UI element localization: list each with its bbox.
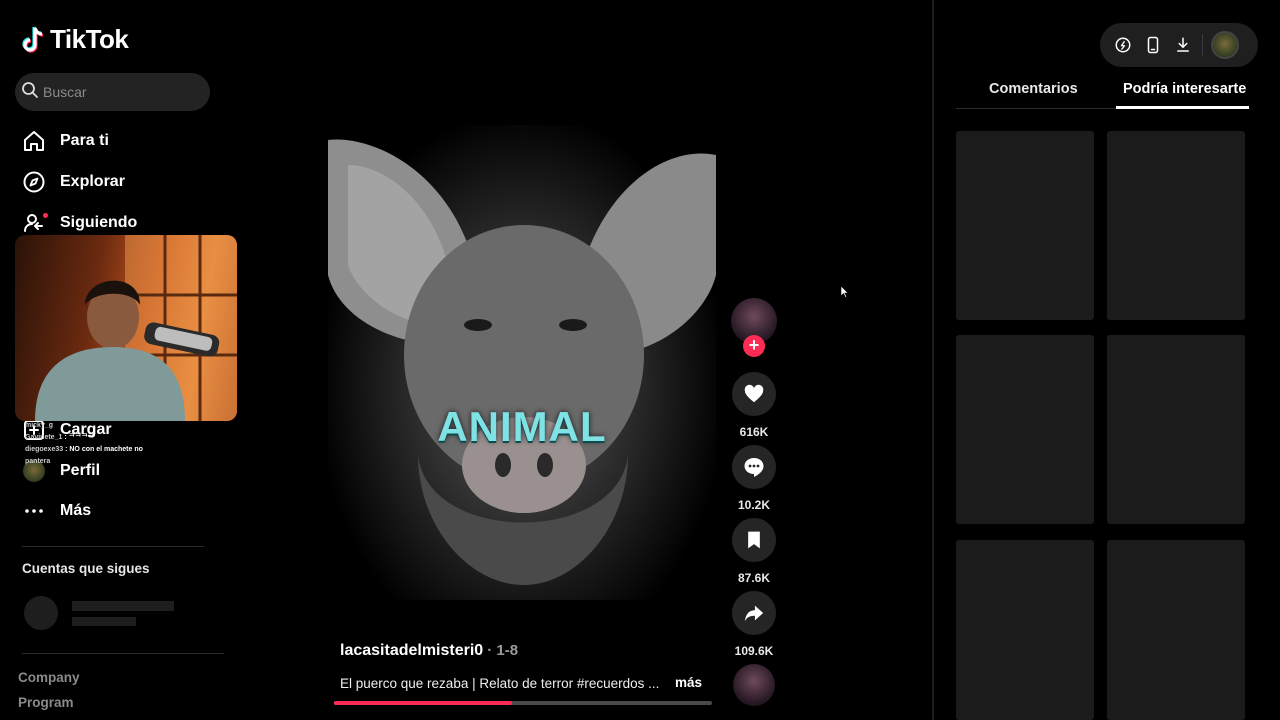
share-arrow-icon [744, 605, 764, 622]
panel-divider [932, 0, 934, 720]
chat-message: diegoexe33 : NO con el machete no [25, 446, 143, 453]
video-author[interactable]: lacasitadelmisteri0 · 1-8 [340, 642, 518, 660]
suggested-video-placeholder[interactable] [1107, 131, 1245, 320]
suggested-video-placeholder[interactable] [956, 131, 1094, 320]
search-icon [21, 81, 39, 104]
suggested-video-placeholder[interactable] [1107, 540, 1245, 720]
toolbar-separator [1202, 34, 1203, 56]
phone-app-icon[interactable] [1142, 34, 1164, 56]
stream-chat: micky_g Gavinete_1 : ᄏᄏᄏᄏ diegoexe33 : N… [25, 420, 143, 468]
share-action: 109.6K [731, 591, 777, 658]
streamer-webcam-overlay [15, 235, 237, 421]
compass-icon [22, 170, 46, 194]
follow-button[interactable]: + [743, 335, 765, 357]
following-icon [22, 211, 48, 235]
save-action: 87.6K [731, 518, 777, 585]
following-accounts-title: Cuentas que sigues [22, 561, 150, 576]
nav-label-for-you: Para ti [60, 132, 109, 149]
tiktok-app: TikTok Para ti Explorar Siguie [0, 0, 1280, 720]
chat-message: micky_g [25, 422, 54, 429]
chat-message: Gavinete_1 : ᄏᄏᄏᄏ [25, 434, 95, 441]
like-button[interactable] [732, 372, 776, 416]
account-skeleton-avatar [24, 596, 58, 630]
video-overlay-text: ANIMAL [437, 403, 607, 450]
nav-label-explore: Explorar [60, 173, 125, 190]
share-count: 109.6K [734, 644, 774, 658]
footer-link-company[interactable]: Company [18, 670, 80, 685]
suggested-video-placeholder[interactable] [1107, 335, 1245, 524]
search-bar[interactable] [15, 73, 210, 111]
sidebar-divider [22, 653, 224, 654]
account-skeleton-line [72, 601, 174, 611]
search-input[interactable] [43, 84, 203, 100]
heart-icon [744, 384, 764, 403]
top-right-toolbar [1100, 23, 1258, 67]
more-dots-icon [22, 499, 46, 523]
suggested-video-placeholder[interactable] [956, 540, 1094, 720]
share-button[interactable] [732, 591, 776, 635]
active-tab-indicator [1116, 106, 1249, 109]
nav-label-following: Siguiendo [60, 214, 138, 231]
bookmark-icon [748, 531, 760, 549]
footer-link-program[interactable]: Program [18, 695, 74, 710]
mouse-cursor-icon [840, 285, 849, 303]
sidebar-divider [22, 546, 204, 547]
author-username[interactable]: lacasitadelmisteri0 [340, 642, 483, 659]
download-icon[interactable] [1172, 34, 1194, 56]
nav-item-for-you[interactable]: Para ti [22, 126, 109, 156]
coins-icon[interactable] [1112, 34, 1134, 56]
save-count: 87.6K [737, 571, 771, 585]
logo-text: TikTok [50, 24, 129, 54]
comment-button[interactable] [732, 445, 776, 489]
account-skeleton-line [72, 617, 136, 626]
tab-you-may-like[interactable]: Podría interesarte [1123, 81, 1246, 97]
chat-message: pantera [25, 458, 51, 465]
video-progress-fill [334, 701, 512, 705]
caption-more-link[interactable]: más [675, 675, 702, 690]
tiktok-logo[interactable]: TikTok [22, 24, 129, 55]
tab-comments[interactable]: Comentarios [989, 81, 1078, 97]
notification-dot [43, 213, 48, 218]
video-caption: El puerco que rezaba | Relato de terror … [340, 676, 660, 691]
save-button[interactable] [732, 518, 776, 562]
comment-count: 10.2K [737, 498, 771, 512]
sound-disc-avatar[interactable] [733, 664, 775, 706]
nav-item-explore[interactable]: Explorar [22, 167, 125, 197]
home-icon [22, 129, 46, 153]
comment-action: 10.2K [731, 445, 777, 512]
nav-item-more[interactable]: Más [22, 496, 91, 526]
pig-thumbnail-image [328, 139, 716, 585]
video-player[interactable]: ANIMAL [328, 125, 716, 600]
comment-bubble-icon [744, 458, 764, 477]
suggested-video-placeholder[interactable] [956, 335, 1094, 524]
tiktok-note-icon [22, 25, 46, 55]
video-progress-bar[interactable] [334, 701, 712, 705]
nav-label-more: Más [60, 502, 92, 519]
nav-item-following[interactable]: Siguiendo [22, 208, 137, 238]
like-action: 616K [731, 372, 777, 439]
like-count: 616K [739, 425, 769, 439]
user-avatar[interactable] [1211, 31, 1239, 59]
post-date: · 1-8 [487, 642, 519, 659]
